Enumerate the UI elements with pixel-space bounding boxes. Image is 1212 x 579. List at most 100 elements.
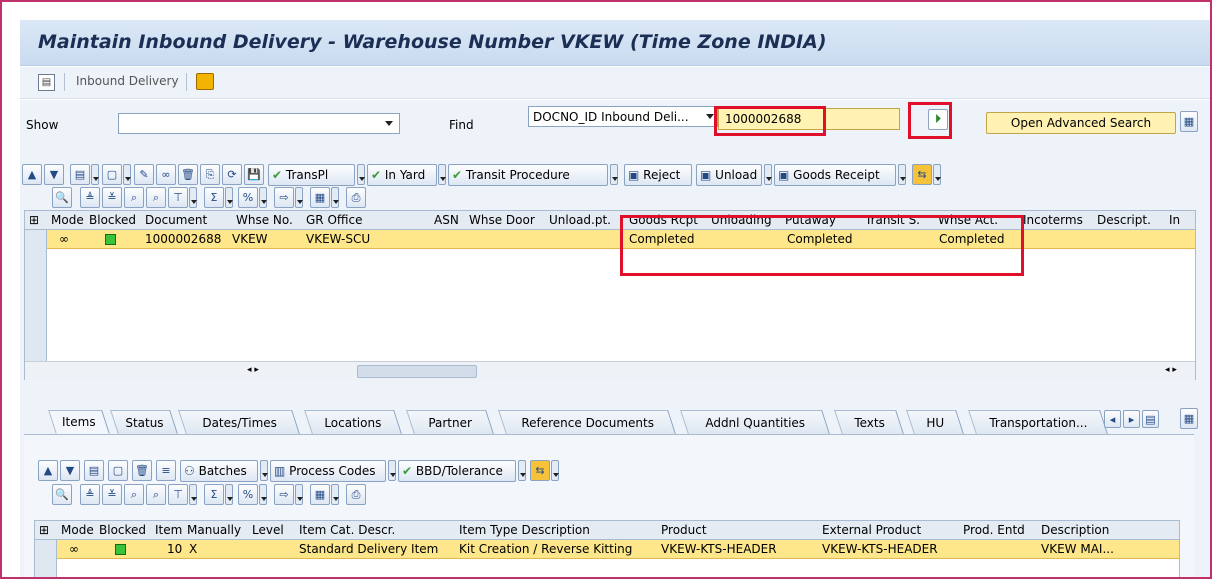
split-icon[interactable]: ≡ xyxy=(156,460,176,481)
settings-icon[interactable]: ▦ xyxy=(1180,111,1198,132)
export-dropdown[interactable] xyxy=(295,484,303,505)
sum-icon[interactable]: Σ xyxy=(204,484,224,505)
details-icon[interactable]: ▤ xyxy=(84,460,104,481)
sort-ascending-icon[interactable]: ≜ xyxy=(80,484,100,505)
arrow-up-icon[interactable]: ▲ xyxy=(38,460,58,481)
subtotal-icon[interactable]: % xyxy=(238,484,258,505)
refresh-icon[interactable]: ⟳ xyxy=(222,164,242,185)
mode-display-icon[interactable]: ∞ xyxy=(69,542,79,556)
tab-list-icon[interactable]: ▤ xyxy=(1142,410,1159,428)
tab-reference-documents[interactable]: Reference Documents xyxy=(498,410,676,434)
find-next-icon[interactable]: ⌕ xyxy=(146,187,166,208)
details-icon[interactable]: ▤ xyxy=(70,164,90,185)
scroll-left-right-icon[interactable]: ◂ ▸ xyxy=(1165,365,1177,375)
subtotal-dropdown[interactable] xyxy=(259,187,267,208)
print-preview-icon[interactable]: ⎙ xyxy=(346,484,366,505)
find-next-icon[interactable]: ⌕ xyxy=(146,484,166,505)
tab-texts[interactable]: Texts xyxy=(834,410,904,434)
open-advanced-search-button[interactable]: Open Advanced Search xyxy=(986,112,1176,134)
sort-descending-icon[interactable]: ≚ xyxy=(102,484,122,505)
scroll-thumb[interactable] xyxy=(357,365,477,378)
reject-button[interactable]: ▣ Reject xyxy=(624,164,692,186)
row-selector-column[interactable] xyxy=(25,230,47,380)
create-icon[interactable]: ▢ xyxy=(102,164,122,185)
bbd-tolerance-dropdown[interactable] xyxy=(518,460,526,481)
delete-icon[interactable]: 🗑 xyxy=(132,460,152,481)
more-icon[interactable]: ⇆ xyxy=(912,164,932,185)
export-icon[interactable]: ⇨ xyxy=(274,187,294,208)
sum-icon[interactable]: Σ xyxy=(204,187,224,208)
create-dropdown[interactable] xyxy=(123,164,131,185)
filter-dropdown[interactable] xyxy=(189,484,197,505)
row-selector-column[interactable] xyxy=(35,540,57,577)
select-all-icon[interactable]: ⊞ xyxy=(39,523,49,537)
worklist-icon[interactable]: ▤ xyxy=(38,74,55,91)
tab-transportation[interactable]: Transportation... xyxy=(968,410,1108,434)
horizontal-scrollbar[interactable]: ◂ ▸ ◂ ▸ xyxy=(25,361,1195,380)
glasses-icon[interactable]: ∞ xyxy=(156,164,176,185)
tab-prev-icon[interactable]: ◂ xyxy=(1104,410,1121,428)
sort-ascending-icon[interactable]: ≜ xyxy=(80,187,100,208)
find-icon[interactable]: ⌕ xyxy=(124,187,144,208)
scroll-icon[interactable] xyxy=(196,73,214,90)
export-dropdown[interactable] xyxy=(295,187,303,208)
layout-dropdown[interactable] xyxy=(331,187,339,208)
batches-button[interactable]: ⚇ Batches xyxy=(180,460,258,482)
create-icon[interactable]: ▢ xyxy=(108,460,128,481)
goods-receipt-button[interactable]: ▣ Goods Receipt xyxy=(774,164,896,186)
edit-icon[interactable]: ✎ xyxy=(134,164,154,185)
table-row[interactable]: ∞ 10 X Standard Delivery Item Kit Creati… xyxy=(57,540,1179,559)
arrow-up-icon[interactable]: ▲ xyxy=(22,164,42,185)
filter-icon[interactable]: ⊤ xyxy=(168,484,188,505)
layout-dropdown[interactable] xyxy=(331,484,339,505)
goods-receipt-dropdown[interactable] xyxy=(898,164,906,185)
tab-addnl-quantities[interactable]: Addnl Quantities xyxy=(680,410,830,434)
arrow-down-icon[interactable]: ▼ xyxy=(44,164,64,185)
unload-dropdown[interactable] xyxy=(764,164,772,185)
print-preview-icon[interactable]: ⎙ xyxy=(346,187,366,208)
filter-icon[interactable]: ⊤ xyxy=(168,187,188,208)
batches-dropdown[interactable] xyxy=(260,460,268,481)
bbd-tolerance-button[interactable]: ✔ BBD/Tolerance xyxy=(398,460,516,482)
sort-descending-icon[interactable]: ≚ xyxy=(102,187,122,208)
tab-next-icon[interactable]: ▸ xyxy=(1123,410,1140,428)
in-yard-button[interactable]: ✔ In Yard xyxy=(367,164,437,186)
tab-nav-icons[interactable]: ◂ ▸ ▤ xyxy=(1104,410,1180,430)
layout-icon[interactable]: ▦ xyxy=(310,187,330,208)
tab-items[interactable]: Items xyxy=(48,410,110,434)
sum-dropdown[interactable] xyxy=(225,187,233,208)
delete-icon[interactable]: 🗑 xyxy=(178,164,198,185)
sum-dropdown[interactable] xyxy=(225,484,233,505)
subtotal-dropdown[interactable] xyxy=(259,484,267,505)
tab-dates-times[interactable]: Dates/Times xyxy=(178,410,300,434)
details-dropdown[interactable] xyxy=(91,164,99,185)
tab-status[interactable]: Status xyxy=(110,410,178,434)
find-type-dropdown[interactable]: DOCNO_ID Inbound Deli... xyxy=(528,106,718,127)
search-icon[interactable]: 🔍 xyxy=(52,187,72,208)
tab-settings-icon[interactable]: ▦ xyxy=(1180,408,1198,429)
scroll-left-right-icon[interactable]: ◂ ▸ xyxy=(247,365,259,375)
unload-button[interactable]: ▣ Unload xyxy=(696,164,762,186)
more-dropdown[interactable] xyxy=(551,460,559,481)
find-icon[interactable]: ⌕ xyxy=(124,484,144,505)
tab-locations[interactable]: Locations xyxy=(304,410,402,434)
transpl-dropdown[interactable] xyxy=(357,164,365,185)
menu-inbound-delivery[interactable]: Inbound Delivery xyxy=(76,74,179,88)
transit-procedure-button[interactable]: ✔ Transit Procedure xyxy=(448,164,608,186)
show-dropdown[interactable] xyxy=(118,113,400,134)
save-icon[interactable]: 💾 xyxy=(244,164,264,185)
tab-hu[interactable]: HU xyxy=(906,410,964,434)
filter-dropdown[interactable] xyxy=(189,187,197,208)
mode-display-icon[interactable]: ∞ xyxy=(59,232,69,246)
tab-partner[interactable]: Partner xyxy=(406,410,494,434)
process-codes-dropdown[interactable] xyxy=(388,460,396,481)
transpl-button[interactable]: ✔ TransPl xyxy=(268,164,355,186)
in-yard-dropdown[interactable] xyxy=(438,164,446,185)
export-icon[interactable]: ⇨ xyxy=(274,484,294,505)
select-all-icon[interactable]: ⊞ xyxy=(29,213,39,227)
subtotal-icon[interactable]: % xyxy=(238,187,258,208)
process-codes-button[interactable]: ▥ Process Codes xyxy=(270,460,386,482)
more-icon[interactable]: ⇆ xyxy=(530,460,550,481)
arrow-down-icon[interactable]: ▼ xyxy=(60,460,80,481)
search-icon[interactable]: 🔍 xyxy=(52,484,72,505)
